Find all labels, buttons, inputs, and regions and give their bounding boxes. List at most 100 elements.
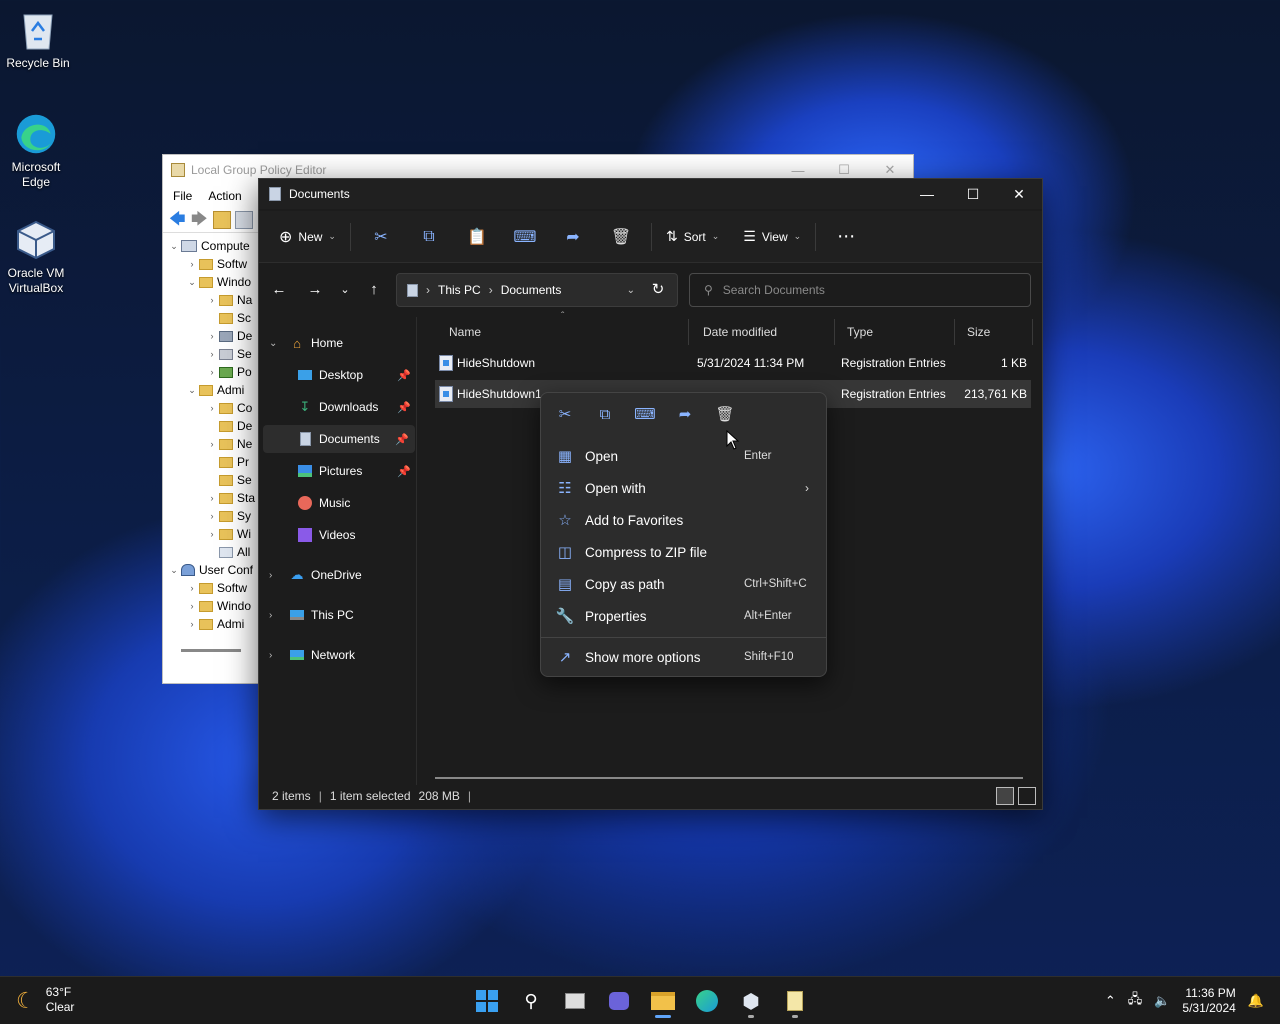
tree-item[interactable]: › Ne [163, 435, 263, 453]
notification-icon[interactable]: 🔔 [1248, 993, 1264, 1009]
nav-item-music[interactable]: Music [259, 489, 417, 517]
tree-item[interactable]: Sc [163, 309, 263, 327]
tree-item[interactable]: › Admi [163, 615, 263, 633]
minimize-icon[interactable]: — [904, 179, 950, 209]
nav-item-downloads[interactable]: ↧ Downloads 📌 [259, 393, 417, 421]
tree-item[interactable]: ⌄ Windo [163, 273, 263, 291]
nav-item-network[interactable]: › Network [259, 641, 417, 669]
view-icon[interactable] [235, 210, 253, 229]
column-header-size[interactable]: Size [955, 319, 1033, 345]
taskbar-file-explorer[interactable] [645, 983, 681, 1019]
context-item-properties[interactable]: 🔧 Properties Alt+Enter [547, 601, 821, 631]
rename-icon[interactable]: ⌨ [629, 399, 661, 429]
tree-item[interactable]: Pr [163, 453, 263, 471]
forward-arrow-icon[interactable]: 🡆 [191, 211, 209, 229]
new-button[interactable]: ⊕ New ⌄ [271, 219, 344, 255]
pin-icon[interactable]: 📌 [397, 401, 411, 414]
refresh-icon[interactable]: ↻ [644, 277, 672, 301]
network-icon[interactable]: 🖧 [1128, 990, 1143, 1012]
close-icon[interactable]: ✕ [996, 179, 1042, 209]
start-button[interactable] [469, 983, 505, 1019]
share-icon[interactable]: ➦ [557, 219, 589, 255]
file-row[interactable]: HideShutdown 5/31/2024 11:34 PM Registra… [435, 349, 1031, 377]
chevron-right-icon[interactable]: › [269, 650, 272, 661]
menu-action[interactable]: Action [208, 189, 241, 203]
context-item-open-with[interactable]: ☷ Open with › [547, 473, 821, 503]
pin-icon[interactable]: 📌 [397, 465, 411, 478]
tree-item[interactable]: › Wi [163, 525, 263, 543]
search-box[interactable]: ⚲ Search Documents [689, 273, 1031, 307]
cut-icon[interactable]: ✂ [365, 219, 397, 255]
sort-button[interactable]: ⇅ Sort ⌄ [658, 219, 727, 255]
back-arrow-icon[interactable]: ← [265, 277, 293, 301]
tree-item[interactable]: › De [163, 327, 263, 345]
folder-up-icon[interactable] [213, 210, 231, 229]
copy-icon[interactable]: ⧉ [413, 219, 445, 255]
tree-item[interactable]: Se [163, 471, 263, 489]
chevron-up-icon[interactable]: ⌃ [1105, 993, 1116, 1009]
tree-item[interactable]: › Na [163, 291, 263, 309]
context-item-open[interactable]: ▦ Open Enter [547, 441, 821, 471]
search-input[interactable]: Search Documents [723, 283, 825, 297]
tiles-view-icon[interactable] [1018, 787, 1036, 805]
context-item-show-more-options[interactable]: ↗ Show more options Shift+F10 [547, 642, 821, 672]
column-header-date[interactable]: Date modified [691, 319, 835, 345]
breadcrumb-this-pc[interactable]: This PC [438, 283, 481, 297]
context-item-copy-as-path[interactable]: ▤ Copy as path Ctrl+Shift+C [547, 569, 821, 599]
back-arrow-icon[interactable]: 🡄 [169, 211, 187, 229]
desktop-icon-virtualbox[interactable]: Oracle VM VirtualBox [0, 218, 74, 296]
tree-item[interactable]: › Sy [163, 507, 263, 525]
share-icon[interactable]: ➦ [669, 399, 701, 429]
nav-item-onedrive[interactable]: › ☁ OneDrive [259, 561, 417, 589]
chevron-right-icon[interactable]: › [269, 610, 272, 621]
chevron-right-icon[interactable]: › [269, 570, 272, 581]
context-item-compress-zip[interactable]: ◫ Compress to ZIP file [547, 537, 821, 567]
desktop-icon-edge[interactable]: Microsoft Edge [0, 112, 74, 190]
tree-item[interactable]: › Softw [163, 255, 263, 273]
gpedit-hscrollbar[interactable] [181, 649, 241, 652]
taskbar-search-button[interactable]: ⚲ [513, 983, 549, 1019]
maximize-icon[interactable]: ☐ [950, 179, 996, 209]
task-view-button[interactable] [557, 983, 593, 1019]
rename-icon[interactable]: ⌨ [509, 219, 541, 255]
context-item-add-to-favorites[interactable]: ☆ Add to Favorites [547, 505, 821, 535]
address-bar[interactable]: › This PC › Documents ⌄ [396, 273, 678, 307]
tree-item[interactable]: › Po [163, 363, 263, 381]
nav-item-desktop[interactable]: Desktop 📌 [259, 361, 417, 389]
tree-item[interactable]: › Softw [163, 579, 263, 597]
cut-icon[interactable]: ✂ [549, 399, 581, 429]
chevron-down-icon[interactable]: ⌄ [269, 338, 277, 349]
taskbar-virtualbox[interactable]: ⬢ [733, 983, 769, 1019]
tree-item[interactable]: De [163, 417, 263, 435]
tree-item[interactable]: › Se [163, 345, 263, 363]
column-header-name[interactable]: Name [437, 319, 689, 345]
nav-item-pictures[interactable]: Pictures 📌 [259, 457, 417, 485]
tree-item[interactable]: › Sta [163, 489, 263, 507]
clock[interactable]: 11:36 PM 5/31/2024 [1182, 986, 1235, 1016]
view-button[interactable]: ☰ View ⌄ [735, 219, 809, 255]
teams-chat-button[interactable] [601, 983, 637, 1019]
weather-widget[interactable]: ☾ 63°F Clear [16, 985, 74, 1015]
tree-item[interactable]: All [163, 543, 263, 561]
pin-icon[interactable]: 📌 [397, 369, 411, 382]
tree-item[interactable]: ⌄ Compute [163, 237, 263, 255]
breadcrumb-documents[interactable]: Documents [501, 283, 562, 297]
nav-item-videos[interactable]: Videos [259, 521, 417, 549]
taskbar-notepad[interactable] [777, 983, 813, 1019]
volume-muted-icon[interactable]: 🔈 [1154, 993, 1170, 1009]
nav-item-home[interactable]: ⌄ ⌂ Home [259, 329, 417, 357]
forward-arrow-icon[interactable]: → [301, 277, 329, 301]
column-header-type[interactable]: Type [835, 319, 955, 345]
nav-item-this-pc[interactable]: › This PC [259, 601, 417, 629]
more-options-icon[interactable]: ⋯ [830, 219, 862, 255]
menu-file[interactable]: File [173, 189, 192, 203]
tree-item[interactable]: › Windo [163, 597, 263, 615]
horizontal-scrollbar[interactable] [435, 777, 1023, 779]
taskbar-edge[interactable] [689, 983, 725, 1019]
delete-icon[interactable]: 🗑 [605, 219, 637, 255]
desktop-icon-recycle-bin[interactable]: Recycle Bin [0, 8, 76, 71]
tree-item[interactable]: › Co [163, 399, 263, 417]
details-view-icon[interactable] [996, 787, 1014, 805]
copy-icon[interactable]: ⧉ [589, 399, 621, 429]
nav-item-documents[interactable]: Documents 📌 [263, 425, 415, 453]
